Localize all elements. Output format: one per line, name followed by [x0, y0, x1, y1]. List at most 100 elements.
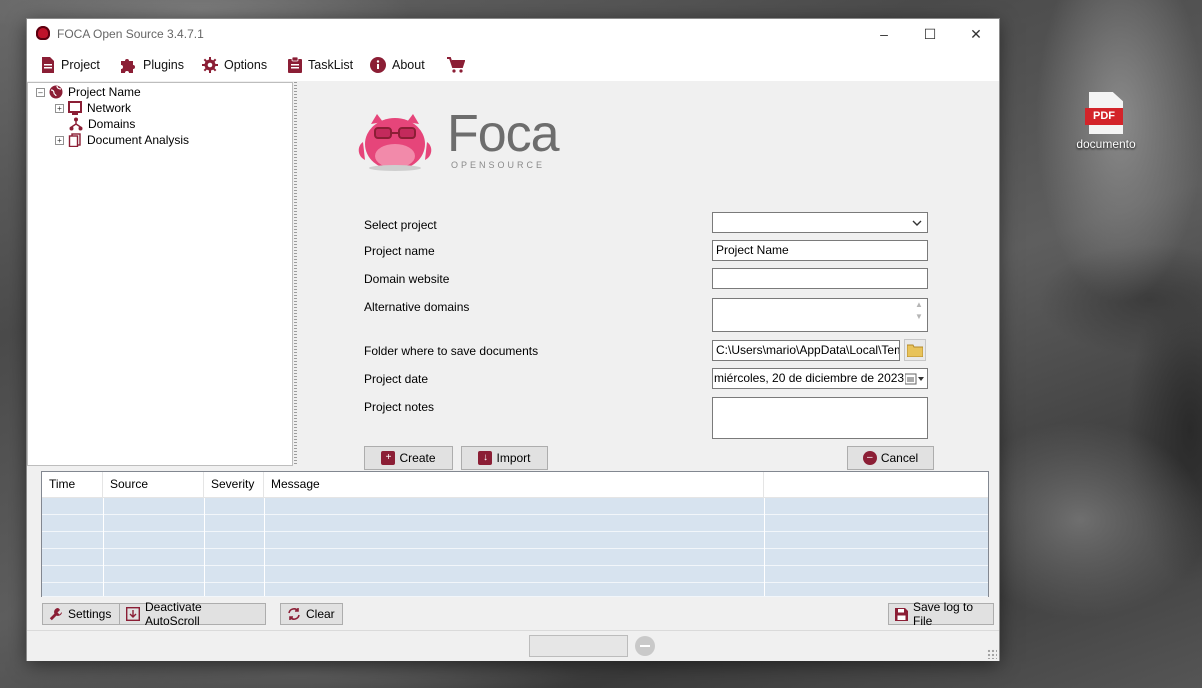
clipboard-icon	[288, 57, 302, 73]
foca-logo: Foca OPENSOURCE	[357, 102, 567, 172]
column-header-source[interactable]: Source	[103, 472, 204, 497]
settings-button-label: Settings	[68, 607, 112, 621]
globe-icon	[49, 85, 63, 99]
project-date-value: miércoles, 20 de diciembre de 2023	[714, 371, 905, 385]
info-icon	[370, 57, 386, 73]
floppy-disk-icon	[895, 607, 908, 621]
domain-website-input[interactable]	[712, 268, 928, 289]
expand-toggle[interactable]: +	[55, 103, 64, 113]
textarea-scrollbar[interactable]: ▲ ▼	[911, 299, 927, 331]
maximize-button[interactable]: ☐	[907, 19, 953, 49]
wrench-icon	[49, 607, 63, 621]
column-header-severity[interactable]: Severity	[204, 472, 264, 497]
project-name-label: Project name	[364, 244, 435, 258]
puzzle-icon	[120, 57, 137, 73]
new-project-panel: Foca OPENSOURCE Select project Project n…	[301, 82, 999, 470]
log-table-header: Time Source Severity Message	[42, 472, 988, 498]
menu-tasklist[interactable]: TaskList	[288, 56, 353, 74]
title-bar: FOCA Open Source 3.4.7.1 – ☐ ✕	[27, 19, 999, 49]
folder-label: Folder where to save documents	[364, 344, 539, 358]
menu-project-label: Project	[61, 58, 100, 72]
deactivate-autoscroll-button[interactable]: Deactivate AutoScroll	[119, 600, 266, 628]
new-file-icon: +	[381, 451, 396, 465]
close-button[interactable]: ✕	[953, 19, 999, 49]
download-icon	[126, 607, 140, 621]
menu-bar: Project Plugins Options TaskList About	[27, 49, 999, 81]
menu-plugins-label: Plugins	[143, 58, 184, 72]
column-header-message[interactable]: Message	[264, 472, 764, 497]
collapse-toggle[interactable]: –	[36, 87, 45, 97]
settings-button[interactable]: Settings	[42, 603, 121, 625]
status-bar	[27, 630, 999, 661]
project-date-picker[interactable]: miércoles, 20 de diciembre de 2023	[712, 368, 928, 389]
project-tree: – Project Name + Network Domains + Docum…	[27, 82, 293, 466]
menu-cart[interactable]	[447, 56, 471, 74]
menu-options[interactable]: Options	[202, 56, 267, 74]
desktop-icon-label: documento	[1076, 137, 1136, 151]
project-date-label: Project date	[364, 372, 429, 386]
domain-website-label: Domain website	[364, 272, 450, 286]
foca-mascot-icon	[358, 114, 432, 171]
panel-splitter[interactable]	[294, 82, 297, 466]
monitor-icon	[68, 101, 82, 115]
desktop-pdf-file[interactable]: PDF documento	[1068, 92, 1144, 151]
project-notes-textarea[interactable]	[712, 397, 928, 439]
menu-about[interactable]: About	[370, 56, 425, 74]
log-column-lines	[42, 498, 988, 596]
import-icon: ↓	[478, 451, 493, 465]
browse-folder-button[interactable]	[904, 339, 926, 361]
menu-about-label: About	[392, 58, 425, 72]
save-log-button[interactable]: Save log to File	[888, 600, 994, 628]
alternative-domains-label: Alternative domains	[364, 300, 470, 314]
tree-item-network[interactable]: + Network	[55, 100, 131, 116]
minimize-button[interactable]: –	[861, 19, 907, 49]
column-header-time[interactable]: Time	[42, 472, 103, 497]
cancel-icon: –	[862, 451, 877, 465]
cancel-button[interactable]: – Cancel	[847, 446, 934, 470]
foca-window: FOCA Open Source 3.4.7.1 – ☐ ✕ Project P…	[27, 19, 999, 661]
select-project-dropdown[interactable]	[712, 212, 928, 233]
pdf-tag: PDF	[1085, 108, 1123, 125]
folder-input[interactable]: C:\Users\mario\AppData\Local\Temp	[712, 340, 900, 361]
documents-icon	[68, 133, 81, 147]
menu-tasklist-label: TaskList	[308, 58, 354, 72]
tree-item-root[interactable]: – Project Name	[36, 84, 141, 100]
create-button[interactable]: + Create	[364, 446, 453, 470]
resize-grip[interactable]	[987, 649, 997, 659]
menu-plugins[interactable]: Plugins	[120, 56, 184, 74]
logo-wordmark: Foca	[447, 105, 560, 163]
project-name-input[interactable]: Project Name	[712, 240, 928, 261]
log-table[interactable]: Time Source Severity Message	[41, 471, 989, 597]
tree-domains-label: Domains	[88, 117, 136, 131]
cancel-button-label: Cancel	[880, 451, 919, 465]
tree-document-analysis-label: Document Analysis	[87, 133, 190, 147]
stop-icon[interactable]	[635, 636, 655, 656]
select-project-label: Select project	[364, 218, 437, 232]
tree-item-domains[interactable]: Domains	[69, 116, 135, 132]
foca-app-icon	[36, 26, 50, 40]
autoscroll-button-label: Deactivate AutoScroll	[145, 600, 202, 628]
column-header-extra[interactable]	[764, 472, 988, 497]
alternative-domains-textarea[interactable]: ▲ ▼	[712, 298, 928, 332]
project-notes-label: Project notes	[364, 400, 435, 414]
tree-root-label: Project Name	[68, 85, 141, 99]
expand-toggle[interactable]: +	[55, 135, 64, 145]
import-button-label: Import	[496, 451, 531, 465]
tree-item-document-analysis[interactable]: + Document Analysis	[55, 132, 189, 148]
progress-bar	[529, 635, 628, 657]
cart-icon	[447, 57, 465, 73]
tree-network-label: Network	[87, 101, 132, 115]
document-icon	[41, 57, 55, 73]
sitemap-icon	[69, 117, 83, 131]
menu-project[interactable]: Project	[41, 56, 100, 74]
menu-options-label: Options	[224, 58, 268, 72]
clear-button-label: Clear	[306, 607, 335, 621]
gear-icon	[202, 57, 218, 73]
window-title: FOCA Open Source 3.4.7.1	[57, 27, 204, 41]
logo-subtitle: OPENSOURCE	[451, 160, 546, 170]
clear-button[interactable]: Clear	[280, 603, 343, 625]
calendar-icon	[905, 373, 924, 384]
import-button[interactable]: ↓ Import	[461, 446, 548, 470]
folder-icon	[907, 344, 923, 357]
create-button-label: Create	[399, 451, 436, 465]
